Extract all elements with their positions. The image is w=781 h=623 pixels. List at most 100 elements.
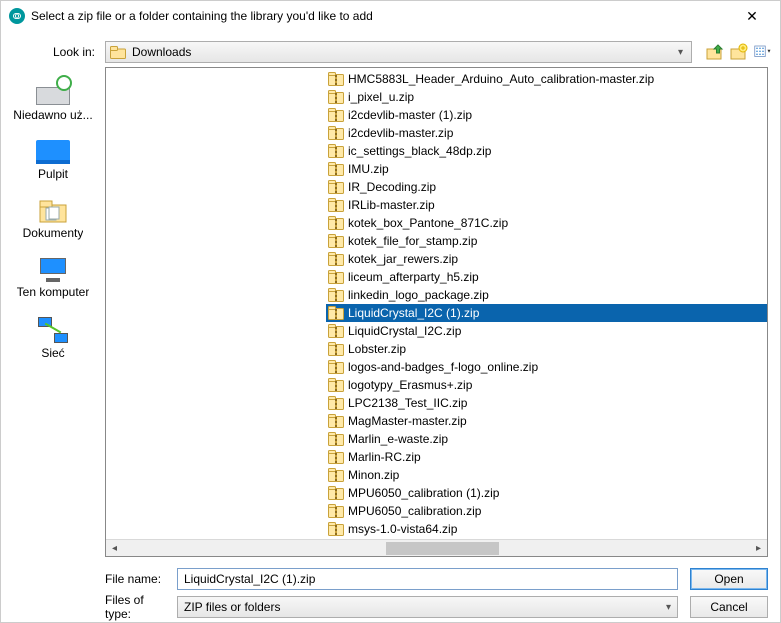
places-sidebar: Niedawno uż... Pulpit Dokumenty Ten komp… [1, 67, 105, 557]
file-item[interactable]: LiquidCrystal_I2C (1).zip [326, 304, 767, 322]
scroll-track[interactable] [123, 540, 750, 557]
close-icon[interactable]: ✕ [732, 8, 772, 25]
scroll-thumb[interactable] [386, 542, 499, 555]
arduino-icon [9, 8, 25, 24]
chevron-down-icon: ▾ [666, 602, 671, 613]
file-item[interactable]: i2cdevlib-master.zip [326, 124, 767, 142]
file-item[interactable]: liceum_afterparty_h5.zip [326, 268, 767, 286]
file-item[interactable]: linkedin_logo_package.zip [326, 286, 767, 304]
file-item[interactable]: i2cdevlib-master (1).zip [326, 106, 767, 124]
sidebar-item-documents[interactable]: Dokumenty [8, 199, 98, 240]
file-item[interactable]: IRLib-master.zip [326, 196, 767, 214]
file-list-panel: HMC5883L_Header_Arduino_Auto_calibration… [105, 67, 768, 557]
file-name: MagMaster-master.zip [348, 414, 467, 428]
file-name: i2cdevlib-master (1).zip [348, 108, 472, 122]
file-name: i_pixel_u.zip [348, 90, 414, 104]
zip-icon [328, 306, 344, 320]
zip-icon [328, 162, 344, 176]
file-type-select[interactable]: ZIP files or folders ▾ [177, 596, 678, 618]
file-item[interactable]: ic_settings_black_48dp.zip [326, 142, 767, 160]
zip-icon [328, 180, 344, 194]
zip-icon [328, 396, 344, 410]
zip-icon [328, 234, 344, 248]
file-name: LiquidCrystal_I2C (1).zip [348, 306, 479, 320]
cancel-button[interactable]: Cancel [690, 596, 768, 618]
file-item[interactable]: MPU6050_calibration (1).zip [326, 484, 767, 502]
file-name: linkedin_logo_package.zip [348, 288, 489, 302]
file-type-label: Files of type: [1, 593, 177, 621]
file-item[interactable]: IMU.zip [326, 160, 767, 178]
file-name: msys-1.0-vista64.zip [348, 522, 457, 536]
look-in-label: Look in: [1, 45, 105, 59]
zip-icon [328, 432, 344, 446]
sidebar-item-recent[interactable]: Niedawno uż... [8, 77, 98, 122]
scroll-right-icon[interactable]: ▸ [750, 540, 767, 557]
file-name: liceum_afterparty_h5.zip [348, 270, 479, 284]
file-item[interactable]: logos-and-badges_f-logo_online.zip [326, 358, 767, 376]
zip-icon [328, 198, 344, 212]
file-item[interactable]: kotek_jar_rewers.zip [326, 250, 767, 268]
file-item[interactable]: Marlin-RC.zip [326, 448, 767, 466]
file-item[interactable]: Minon.zip [326, 466, 767, 484]
file-name: kotek_box_Pantone_871C.zip [348, 216, 508, 230]
view-menu-icon[interactable] [754, 43, 772, 61]
file-item[interactable]: LiquidCrystal_I2C.zip [326, 322, 767, 340]
file-name: i2cdevlib-master.zip [348, 126, 453, 140]
recent-icon [36, 77, 70, 105]
file-item[interactable]: MPU6050_calibration.zip [326, 502, 767, 520]
horizontal-scrollbar[interactable]: ◂ ▸ [106, 539, 767, 556]
zip-icon [328, 126, 344, 140]
file-name: IRLib-master.zip [348, 198, 435, 212]
sidebar-item-desktop[interactable]: Pulpit [8, 140, 98, 181]
file-item[interactable]: HMC5883L_Header_Arduino_Auto_calibration… [326, 70, 767, 88]
zip-icon [328, 342, 344, 356]
look-in-select[interactable]: Downloads ▾ [105, 41, 692, 63]
file-name: IMU.zip [348, 162, 389, 176]
new-folder-icon[interactable] [730, 43, 748, 61]
file-item[interactable]: Marlin_e-waste.zip [326, 430, 767, 448]
file-item[interactable]: LPC2138_Test_IIC.zip [326, 394, 767, 412]
file-item[interactable]: logotypy_Erasmus+.zip [326, 376, 767, 394]
file-item[interactable]: Lobster.zip [326, 340, 767, 358]
up-one-level-icon[interactable] [706, 43, 724, 61]
window-title: Select a zip file or a folder containing… [31, 9, 732, 23]
zip-icon [328, 108, 344, 122]
file-name: IR_Decoding.zip [348, 180, 436, 194]
scroll-left-icon[interactable]: ◂ [106, 540, 123, 557]
file-item[interactable]: i_pixel_u.zip [326, 88, 767, 106]
folder-icon [110, 46, 126, 59]
file-item[interactable]: IR_Decoding.zip [326, 178, 767, 196]
computer-icon [36, 258, 70, 282]
zip-icon [328, 486, 344, 500]
title-bar: Select a zip file or a folder containing… [1, 1, 780, 31]
chevron-down-icon: ▾ [674, 47, 687, 58]
zip-icon [328, 324, 344, 338]
zip-icon [328, 522, 344, 536]
file-name: Marlin_e-waste.zip [348, 432, 448, 446]
zip-icon [328, 504, 344, 518]
file-item[interactable]: kotek_box_Pantone_871C.zip [326, 214, 767, 232]
zip-icon [328, 90, 344, 104]
file-list[interactable]: HMC5883L_Header_Arduino_Auto_calibration… [106, 68, 767, 539]
zip-icon [328, 360, 344, 374]
zip-icon [328, 288, 344, 302]
look-in-value: Downloads [132, 45, 191, 59]
zip-icon [328, 216, 344, 230]
file-name: kotek_jar_rewers.zip [348, 252, 458, 266]
file-item[interactable]: msys-1.0-vista64.zip [326, 520, 767, 538]
file-name-input[interactable] [177, 568, 678, 590]
desktop-icon [36, 140, 70, 164]
zip-icon [328, 378, 344, 392]
zip-icon [328, 144, 344, 158]
file-item[interactable]: MagMaster-master.zip [326, 412, 767, 430]
sidebar-item-computer[interactable]: Ten komputer [8, 258, 98, 299]
sidebar-item-network[interactable]: Sieć [8, 317, 98, 360]
network-icon [38, 317, 68, 343]
zip-icon [328, 252, 344, 266]
file-item[interactable]: kotek_file_for_stamp.zip [326, 232, 767, 250]
file-name: LPC2138_Test_IIC.zip [348, 396, 467, 410]
open-button[interactable]: Open [690, 568, 768, 590]
file-name: LiquidCrystal_I2C.zip [348, 324, 461, 338]
file-name: HMC5883L_Header_Arduino_Auto_calibration… [348, 72, 654, 86]
zip-icon [328, 270, 344, 284]
